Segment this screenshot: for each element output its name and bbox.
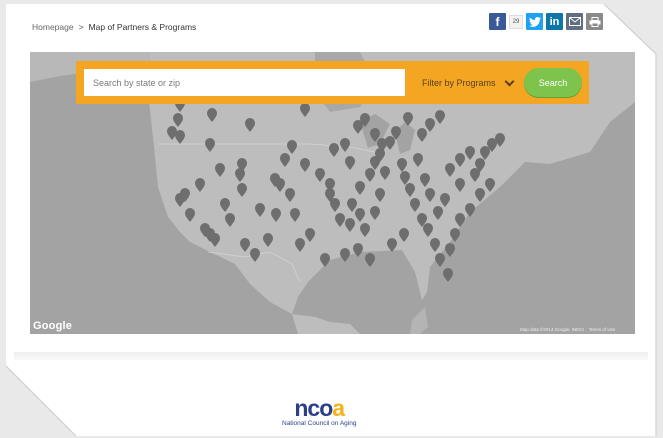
breadcrumb-current: Map of Partners & Programs <box>88 22 197 32</box>
twitter-share-icon[interactable] <box>526 13 543 30</box>
ncoa-logo-subtitle: National Council on Aging <box>282 420 357 427</box>
ncoa-logo[interactable]: ncoa National Council on Aging <box>282 395 357 428</box>
map-credits: Map data ©2014 Google, INEGI Terms of Us… <box>520 327 615 332</box>
breadcrumb-home-link[interactable]: Homepage <box>32 22 74 32</box>
state-zip-search-input[interactable] <box>84 69 405 96</box>
map-credits-text: Map data ©2014 Google, INEGI <box>520 327 584 332</box>
print-icon[interactable] <box>586 13 603 30</box>
terms-of-use-link[interactable]: Terms of Use <box>589 327 616 332</box>
section-divider <box>14 352 648 360</box>
share-count-badge: 29 <box>509 14 523 29</box>
google-logo: Google <box>33 320 73 332</box>
linkedin-share-icon[interactable]: in <box>546 13 563 30</box>
filter-programs-label: Filter by Programs <box>422 77 496 88</box>
facebook-share-icon[interactable]: f <box>489 13 506 30</box>
filter-programs-dropdown[interactable]: Filter by Programs <box>422 69 514 96</box>
map-search-bar: Filter by Programs Search <box>76 61 589 104</box>
social-share-bar: f 29 in <box>489 13 603 30</box>
breadcrumb: Homepage > Map of Partners & Programs <box>32 22 196 32</box>
ncoa-logo-wordmark: ncoa <box>294 395 345 421</box>
search-button[interactable]: Search <box>524 68 582 97</box>
breadcrumb-separator: > <box>78 22 84 32</box>
email-share-icon[interactable] <box>566 13 583 30</box>
chevron-down-icon <box>504 76 514 86</box>
